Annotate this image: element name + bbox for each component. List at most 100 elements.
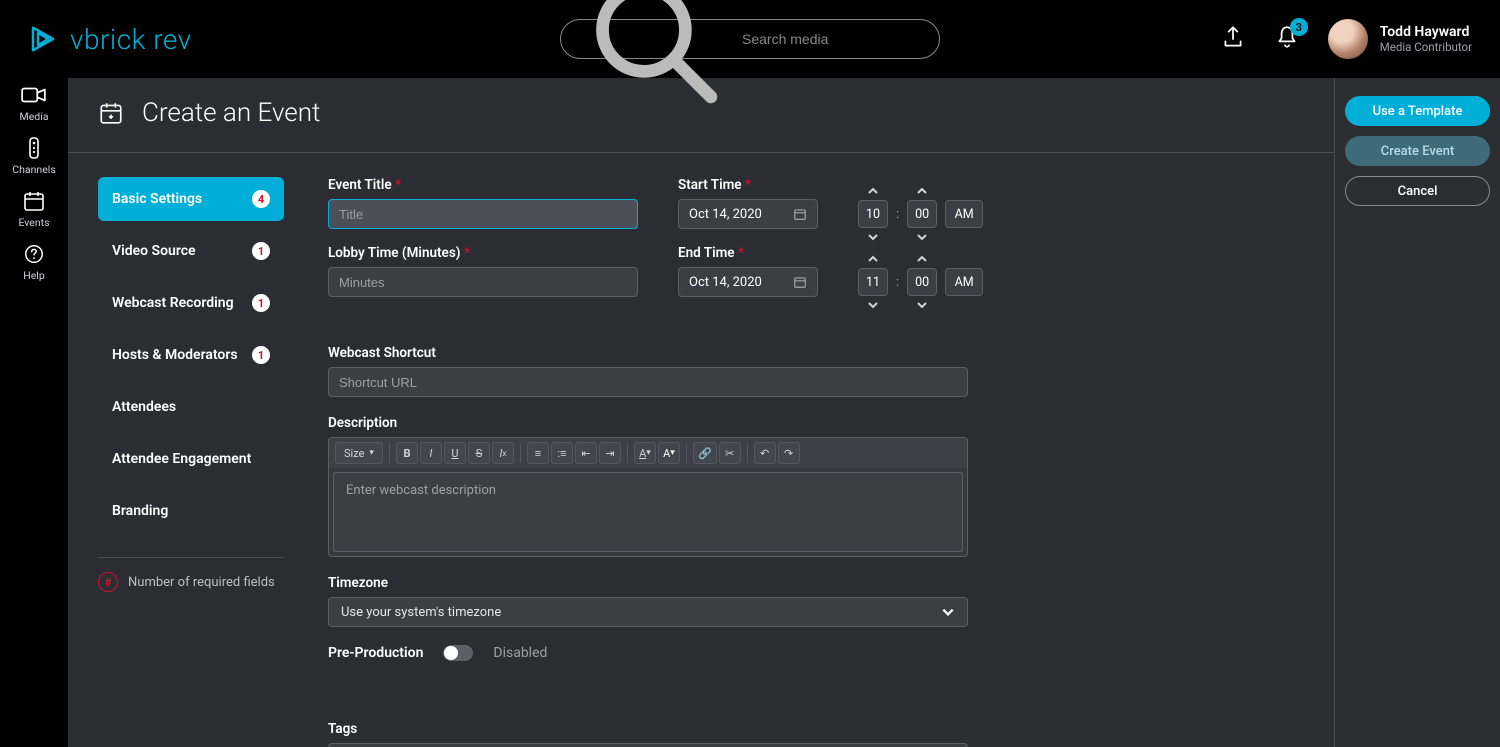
colon: :	[896, 275, 899, 290]
rail-channels[interactable]: Channels	[6, 137, 62, 176]
settings-nav-engagement[interactable]: Attendee Engagement	[98, 437, 284, 481]
rte-text-color-icon[interactable]: A▾	[634, 442, 656, 464]
field-end-date: End Time * Oct 14, 2020	[678, 245, 818, 297]
preproduction-toggle[interactable]	[443, 645, 473, 661]
rte-outdent-icon[interactable]: ⇤	[575, 442, 597, 464]
event-title-input[interactable]	[328, 199, 638, 229]
settings-nav-recording[interactable]: Webcast Recording 1	[98, 281, 284, 325]
tags-input[interactable]: Add Tags ＋	[328, 743, 968, 747]
mm-down[interactable]	[907, 230, 937, 244]
shortcut-input[interactable]	[328, 367, 968, 397]
hh-down[interactable]	[858, 230, 888, 244]
field-tags: Tags Add Tags ＋	[328, 721, 1304, 747]
rail-help[interactable]: Help	[6, 243, 62, 282]
rte-redo-icon[interactable]: ↷	[778, 442, 800, 464]
rte-link-icon[interactable]: 🔗	[693, 442, 717, 464]
end-time-cluster: 11 : 00 AM	[858, 268, 983, 296]
user-role: Media Contributor	[1380, 40, 1472, 54]
search-bar[interactable]	[560, 19, 940, 59]
field-label: Lobby Time (Minutes) *	[328, 245, 638, 261]
upload-icon	[1220, 24, 1246, 50]
topbar: vbrick rev 3 Todd Hayward Media Contribu…	[0, 0, 1500, 78]
timezone-select[interactable]: Use your system's timezone	[328, 597, 968, 627]
settings-nav-label: Basic Settings	[112, 191, 202, 207]
end-ampm[interactable]: AM	[945, 268, 983, 296]
rte-indent-icon[interactable]: ⇥	[599, 442, 621, 464]
mm-up[interactable]	[907, 184, 937, 198]
colon: :	[896, 207, 899, 222]
toggle-state: Disabled	[493, 645, 547, 661]
rte-ordered-list-icon[interactable]: ≡	[527, 442, 549, 464]
rte-bg-color-icon[interactable]: A▾	[658, 442, 680, 464]
divider	[98, 557, 284, 558]
rail-events[interactable]: Events	[6, 190, 62, 229]
lobby-time-input[interactable]	[328, 267, 638, 297]
field-label: Event Title *	[328, 177, 638, 193]
start-hh[interactable]: 10	[858, 200, 888, 228]
hh-up[interactable]	[858, 184, 888, 198]
required-badge: 4	[252, 190, 270, 208]
settings-nav-label: Hosts & Moderators	[112, 347, 238, 363]
settings-nav-label: Branding	[112, 503, 168, 519]
start-mm[interactable]: 00	[907, 200, 937, 228]
rte-strike-icon[interactable]: S	[468, 442, 490, 464]
calendar-icon	[793, 207, 807, 221]
rte-italic-icon[interactable]: I	[420, 442, 442, 464]
field-event-title: Event Title *	[328, 177, 638, 229]
field-start-date: Start Time * Oct 14, 2020	[678, 177, 818, 229]
rail-label: Events	[6, 216, 62, 229]
mm-down[interactable]	[907, 298, 937, 312]
notifications-button[interactable]: 3	[1274, 24, 1300, 54]
topbar-right: 3 Todd Hayward Media Contributor	[1220, 19, 1472, 59]
end-date-value: Oct 14, 2020	[689, 275, 762, 290]
upload-button[interactable]	[1220, 24, 1246, 54]
field-label: Start Time *	[678, 177, 818, 193]
avatar	[1328, 19, 1368, 59]
end-hh[interactable]: 11	[858, 268, 888, 296]
rte-unlink-icon[interactable]: ✂	[719, 442, 741, 464]
rte-undo-icon[interactable]: ↶	[754, 442, 776, 464]
rte-clear-icon[interactable]: Ix	[492, 442, 514, 464]
legend-text: Number of required fields	[128, 575, 275, 590]
required-badge: 1	[252, 242, 270, 260]
rte-bold-icon[interactable]: B	[396, 442, 418, 464]
hh-down[interactable]	[858, 298, 888, 312]
settings-nav-branding[interactable]: Branding	[98, 489, 284, 533]
brand-text: vbrick rev	[70, 23, 192, 56]
settings-nav-hosts[interactable]: Hosts & Moderators 1	[98, 333, 284, 377]
field-label: End Time *	[678, 245, 818, 261]
settings-nav-label: Webcast Recording	[112, 295, 234, 311]
hh-up[interactable]	[858, 252, 888, 266]
settings-nav-label: Video Source	[112, 243, 196, 259]
mm-up[interactable]	[907, 252, 937, 266]
rail-media[interactable]: Media	[6, 84, 62, 123]
actions-pane: Use a Template Create Event Cancel	[1335, 78, 1500, 747]
user-menu[interactable]: Todd Hayward Media Contributor	[1328, 19, 1472, 59]
end-mm[interactable]: 00	[907, 268, 937, 296]
cancel-button[interactable]: Cancel	[1345, 176, 1490, 206]
notifications-badge: 3	[1290, 18, 1308, 36]
create-event-button[interactable]: Create Event	[1345, 136, 1490, 166]
rte-toolbar: Size▾ B I U S Ix ≡ :≡ ⇤ ⇥	[329, 438, 967, 468]
settings-nav-video-source[interactable]: Video Source 1	[98, 229, 284, 273]
rte-size[interactable]: Size▾	[335, 442, 383, 464]
use-template-button[interactable]: Use a Template	[1345, 96, 1490, 126]
settings-nav: Basic Settings 4 Video Source 1 Webcast …	[68, 153, 298, 747]
left-rail: Media Channels Events Help	[0, 78, 68, 747]
rte-unordered-list-icon[interactable]: :≡	[551, 442, 573, 464]
end-date-picker[interactable]: Oct 14, 2020	[678, 267, 818, 297]
start-date-picker[interactable]: Oct 14, 2020	[678, 199, 818, 229]
field-label: Pre-Production	[328, 645, 423, 661]
brand-logo[interactable]: vbrick rev	[28, 23, 192, 56]
rte-underline-icon[interactable]: U	[444, 442, 466, 464]
search-input[interactable]	[742, 31, 923, 47]
hash-icon: #	[98, 572, 118, 592]
calendar-add-icon	[98, 100, 124, 126]
field-label: Description	[328, 415, 1304, 431]
settings-nav-attendees[interactable]: Attendees	[98, 385, 284, 429]
settings-nav-basic[interactable]: Basic Settings 4	[98, 177, 284, 221]
description-textarea[interactable]: Enter webcast description	[333, 472, 963, 552]
start-ampm[interactable]: AM	[945, 200, 983, 228]
chevron-down-icon	[941, 605, 955, 619]
rail-label: Channels	[6, 163, 62, 176]
